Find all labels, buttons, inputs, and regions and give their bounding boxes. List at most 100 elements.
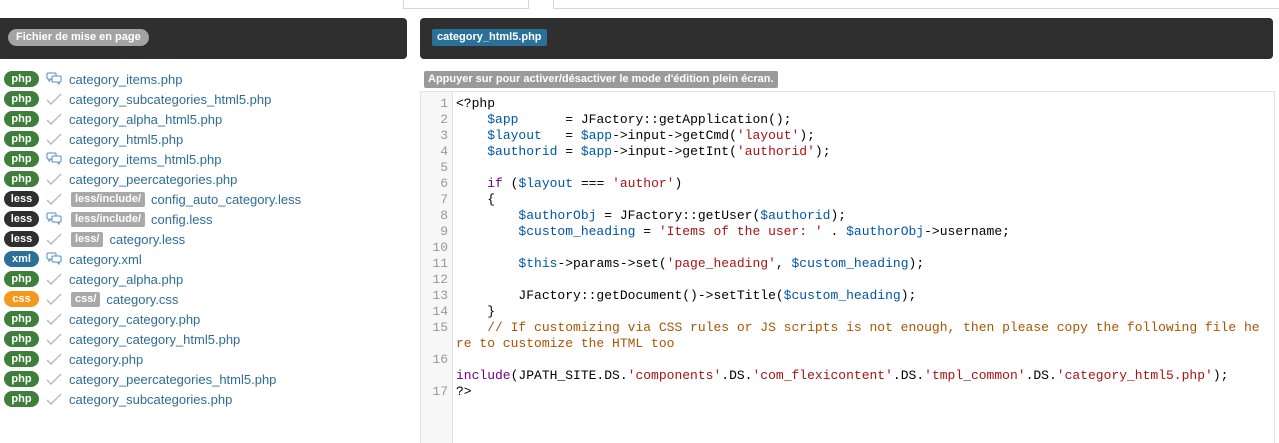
code-editor[interactable]: 1 <?php 2 $app = JFactory::getApplication(… <box>420 91 1275 443</box>
file-link[interactable]: config_auto_category.less <box>151 192 301 207</box>
code-text[interactable]: if ($layout === 'author') <box>448 176 1264 192</box>
file-link[interactable]: category.php <box>69 352 143 367</box>
file-type-badge: php <box>4 271 39 287</box>
line-number: 14 <box>432 304 448 319</box>
file-row[interactable]: less less/include/config.less <box>4 209 404 229</box>
code-text[interactable]: $custom_heading = 'Items of the user: ' … <box>448 224 1264 240</box>
code-text[interactable]: ​ <box>448 240 1264 256</box>
code-text[interactable]: ​ <box>448 160 1264 176</box>
file-row[interactable]: php category_items.php <box>4 69 404 89</box>
code-text[interactable]: $this->params->set('page_heading', $cust… <box>448 256 1264 272</box>
code-line[interactable]: 1 <?php <box>421 96 1274 112</box>
code-line[interactable]: 8 $authorObj = JFactory::getUser($author… <box>421 208 1274 224</box>
code-line[interactable]: 5​ <box>421 160 1274 176</box>
folder-label: less/ <box>71 231 104 247</box>
code-token: , <box>775 256 792 271</box>
line-number: 15 <box>432 320 448 335</box>
file-row[interactable]: less less/category.less <box>4 229 404 249</box>
file-row[interactable]: css css/category.css <box>4 289 404 309</box>
file-link[interactable]: category_peercategories_html5.php <box>69 372 276 387</box>
code-text[interactable]: $layout = $app->input->getCmd('layout'); <box>448 128 1264 144</box>
file-row[interactable]: php category_subcategories_html5.php <box>4 89 404 109</box>
top-tab-right[interactable] <box>553 0 1279 9</box>
code-line[interactable]: 6 if ($layout === 'author') <box>421 176 1274 192</box>
code-text[interactable]: <?php <box>448 96 1264 112</box>
file-link[interactable]: category_category_html5.php <box>69 332 240 347</box>
file-row[interactable]: php category_alpha_html5.php <box>4 109 404 129</box>
code-line[interactable]: 15 // If customizing via CSS rules or JS… <box>421 320 1274 352</box>
file-row[interactable]: php category_subcategories.php <box>4 389 404 409</box>
code-text[interactable]: } <box>448 304 1264 320</box>
code-text[interactable]: JFactory::getDocument()->setTitle($custo… <box>448 288 1264 304</box>
code-line[interactable]: 16 include(JPATH_SITE.DS.'components'.DS… <box>421 352 1274 384</box>
file-link[interactable]: config.less <box>151 212 212 227</box>
code-token: = JFactory::getUser( <box>596 208 761 223</box>
file-row[interactable]: php category_items_html5.php <box>4 149 404 169</box>
code-token: 'author' <box>612 176 675 191</box>
code-text[interactable]: { <box>448 192 1264 208</box>
code-text[interactable]: $authorid = $app->input->getInt('authori… <box>448 144 1264 160</box>
code-text[interactable]: $authorObj = JFactory::getUser($authorid… <box>448 208 1264 224</box>
code-token: 'layout' <box>736 128 800 143</box>
file-row[interactable]: php category_peercategories_html5.php <box>4 369 404 389</box>
code-token: ( <box>502 176 519 191</box>
code-token: 'components' <box>627 368 722 383</box>
code-token: .DS. <box>1025 368 1057 383</box>
file-row[interactable]: xml category.xml <box>4 249 404 269</box>
file-link[interactable]: category_items_html5.php <box>69 152 221 167</box>
file-row[interactable]: php category_category.php <box>4 309 404 329</box>
code-token: ); <box>830 208 847 223</box>
code-token: $authorObj <box>518 208 597 223</box>
file-row[interactable]: php category_category_html5.php <box>4 329 404 349</box>
code-line[interactable]: 7 { <box>421 192 1274 208</box>
code-token: ); <box>814 144 831 159</box>
code-line[interactable]: 13 JFactory::getDocument()->setTitle($cu… <box>421 288 1274 304</box>
line-number: 10 <box>432 240 448 255</box>
code-line[interactable]: 2 $app = JFactory::getApplication(); <box>421 112 1274 128</box>
code-line[interactable]: 11 $this->params->set('page_heading', $c… <box>421 256 1274 272</box>
file-link[interactable]: category_items.php <box>69 72 182 87</box>
code-line[interactable]: 14 } <box>421 304 1274 320</box>
file-link[interactable]: category_alpha_html5.php <box>69 112 222 127</box>
top-tab-left[interactable] <box>403 0 529 9</box>
code-token: ->input->getInt( <box>612 144 737 159</box>
file-link[interactable]: category.less <box>109 232 185 247</box>
code-token: $custom_heading <box>518 224 636 239</box>
file-link[interactable]: category.css <box>106 292 178 307</box>
file-row[interactable]: php category_html5.php <box>4 129 404 149</box>
file-row[interactable]: php category_alpha.php <box>4 269 404 289</box>
code-token: === <box>573 176 613 191</box>
code-line[interactable]: 17 ?> <box>421 384 1274 400</box>
code-line[interactable]: 12​ <box>421 272 1274 288</box>
code-text[interactable]: ?> <box>448 384 1264 400</box>
code-text[interactable]: $app = JFactory::getApplication(); <box>448 112 1264 128</box>
file-link[interactable]: category_subcategories.php <box>69 392 232 407</box>
code-token: 'page_heading' <box>666 256 776 271</box>
file-type-badge: less <box>4 211 39 227</box>
code-line[interactable]: 4 $authorid = $app->input->getInt('autho… <box>421 144 1274 160</box>
fullscreen-hint[interactable]: Appuyer sur pour activer/désactiver le m… <box>424 71 778 88</box>
file-link[interactable]: category_peercategories.php <box>69 172 237 187</box>
code-text[interactable]: ​ <box>448 272 1264 288</box>
file-row[interactable]: less less/include/config_auto_category.le… <box>4 189 404 209</box>
file-link[interactable]: category_html5.php <box>69 132 183 147</box>
file-link[interactable]: category_category.php <box>69 312 200 327</box>
file-link[interactable]: category.xml <box>69 252 142 267</box>
file-row[interactable]: php category.php <box>4 349 404 369</box>
code-text[interactable]: // If customizing via CSS rules or JS sc… <box>448 320 1264 352</box>
file-type-badge: css <box>4 291 39 307</box>
file-link[interactable]: category_alpha.php <box>69 272 183 287</box>
code-text[interactable]: include(JPATH_SITE.DS.'components'.DS.'c… <box>448 352 1264 384</box>
code-line[interactable]: 9 $custom_heading = 'Items of the user: … <box>421 224 1274 240</box>
line-number: 4 <box>440 144 448 159</box>
code-line[interactable]: 10​ <box>421 240 1274 256</box>
code-line[interactable]: 3 $layout = $app->input->getCmd('layout'… <box>421 128 1274 144</box>
code-token: = JFactory::getApplication(); <box>518 112 792 127</box>
file-link[interactable]: category_subcategories_html5.php <box>69 92 271 107</box>
code-content[interactable]: 1 <?php 2 $app = JFactory::getApplication(… <box>421 96 1274 400</box>
file-row[interactable]: php category_peercategories.php <box>4 169 404 189</box>
